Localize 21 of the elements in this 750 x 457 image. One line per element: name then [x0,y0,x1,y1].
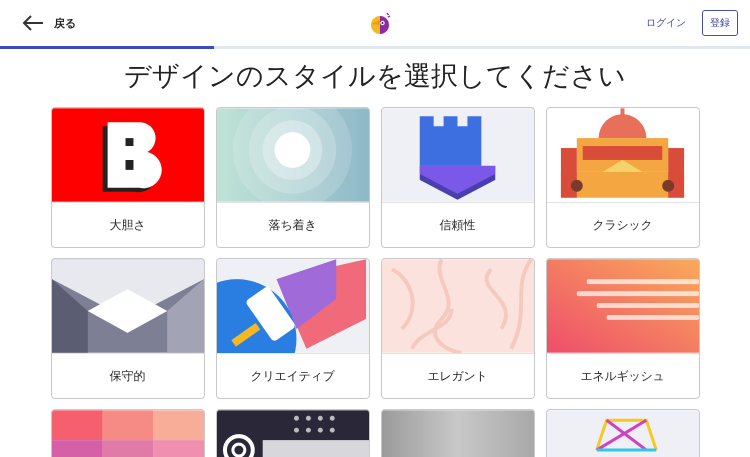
back-button[interactable]: 戻る [22,15,76,31]
style-card[interactable]: エレガント [380,258,534,399]
style-label: エネルギッシュ [546,353,698,398]
style-card[interactable]: 保守的 [50,258,204,399]
register-button[interactable]: 登録 [702,10,738,36]
login-link[interactable]: ログイン [646,16,686,30]
style-card[interactable]: クリエイティブ [216,258,370,399]
style-card[interactable]: クラシック [546,107,700,248]
style-card[interactable]: 信頼性 [380,107,534,248]
style-label: 保守的 [52,353,204,398]
style-card[interactable]: エネルギッシュ [546,258,700,399]
style-label: 信頼性 [382,202,534,247]
style-label: 大胆さ [52,202,204,247]
style-label: クラシック [546,202,698,247]
style-card[interactable]: 落ち着き [216,107,370,248]
style-label: 落ち着き [216,202,368,247]
style-card[interactable]: 大胆さ [50,107,204,248]
page-title: デザインのスタイルを選択してください [123,60,627,94]
style-label: エレガント [382,353,534,398]
style-label: クリエイティブ [216,353,368,398]
back-arrow-icon [22,15,44,31]
